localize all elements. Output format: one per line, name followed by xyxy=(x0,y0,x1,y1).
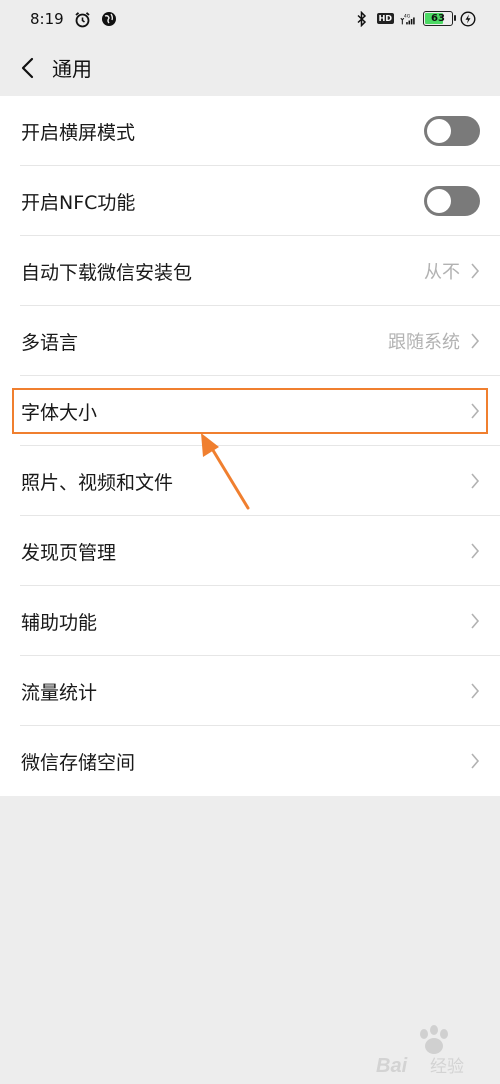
status-bar: 8:19 HD 4G 63 xyxy=(0,0,500,40)
status-time: 8:19 xyxy=(30,10,64,28)
chevron-right-icon xyxy=(468,752,482,770)
battery-cap xyxy=(454,15,456,21)
globe-icon xyxy=(101,11,118,28)
chevron-right-icon xyxy=(468,402,482,420)
watermark-latin: Bai xyxy=(376,1055,408,1077)
baidu-jingyan-watermark: Bai 经验 xyxy=(372,1022,482,1078)
page-title: 通用 xyxy=(52,57,92,81)
chevron-right-icon xyxy=(468,472,482,490)
settings-list: 开启横屏模式 开启NFC功能 自动下载微信安装包 从不 多语言 跟随系统 字体大… xyxy=(0,96,500,796)
back-arrow-icon xyxy=(21,57,34,79)
toggle-knob xyxy=(427,189,451,213)
setting-auto-download[interactable]: 自动下载微信安装包 从不 xyxy=(0,236,500,306)
setting-label: 自动下载微信安装包 xyxy=(21,261,193,284)
chevron-right-icon xyxy=(468,542,482,560)
chevron-right-icon xyxy=(468,332,482,350)
setting-label: 开启NFC功能 xyxy=(21,191,136,214)
nav-bar: 通用 xyxy=(0,40,500,96)
setting-label: 字体大小 xyxy=(21,401,98,424)
setting-label: 辅助功能 xyxy=(21,611,98,634)
signal-4g-icon: 4G xyxy=(400,10,417,27)
setting-nfc[interactable]: 开启NFC功能 xyxy=(0,166,500,236)
toggle-knob xyxy=(427,119,451,143)
setting-label: 开启横屏模式 xyxy=(21,121,136,144)
chevron-right-icon xyxy=(468,612,482,630)
svg-text:4G: 4G xyxy=(404,13,411,19)
setting-language[interactable]: 多语言 跟随系统 xyxy=(0,306,500,376)
nfc-toggle[interactable] xyxy=(424,186,480,216)
setting-landscape-mode[interactable]: 开启横屏模式 xyxy=(0,96,500,166)
setting-label: 照片、视频和文件 xyxy=(21,471,174,494)
setting-label: 多语言 xyxy=(21,331,79,354)
status-right: HD 4G 63 xyxy=(354,10,476,27)
setting-discover-management[interactable]: 发现页管理 xyxy=(0,516,500,586)
status-left: 8:19 xyxy=(30,10,118,28)
battery-level: 63 xyxy=(431,13,445,24)
back-button[interactable] xyxy=(12,52,44,84)
bluetooth-icon xyxy=(354,10,371,27)
alarm-clock-icon xyxy=(74,11,91,28)
chevron-right-icon xyxy=(468,682,482,700)
setting-label: 微信存储空间 xyxy=(21,751,136,774)
chevron-right-icon xyxy=(468,262,482,280)
setting-accessibility[interactable]: 辅助功能 xyxy=(0,586,500,656)
hd-badge: HD xyxy=(376,13,394,24)
setting-value: 从不 xyxy=(424,262,460,283)
setting-storage[interactable]: 微信存储空间 xyxy=(0,726,500,796)
setting-value: 跟随系统 xyxy=(388,332,460,353)
battery-indicator: 63 xyxy=(423,11,456,26)
setting-label: 发现页管理 xyxy=(21,541,117,564)
setting-data-usage[interactable]: 流量统计 xyxy=(0,656,500,726)
charging-icon xyxy=(459,10,476,27)
setting-label: 流量统计 xyxy=(21,681,98,704)
setting-font-size[interactable]: 字体大小 xyxy=(0,376,500,446)
setting-photos-videos-files[interactable]: 照片、视频和文件 xyxy=(0,446,500,516)
watermark-suffix: 经验 xyxy=(430,1057,464,1077)
landscape-mode-toggle[interactable] xyxy=(424,116,480,146)
